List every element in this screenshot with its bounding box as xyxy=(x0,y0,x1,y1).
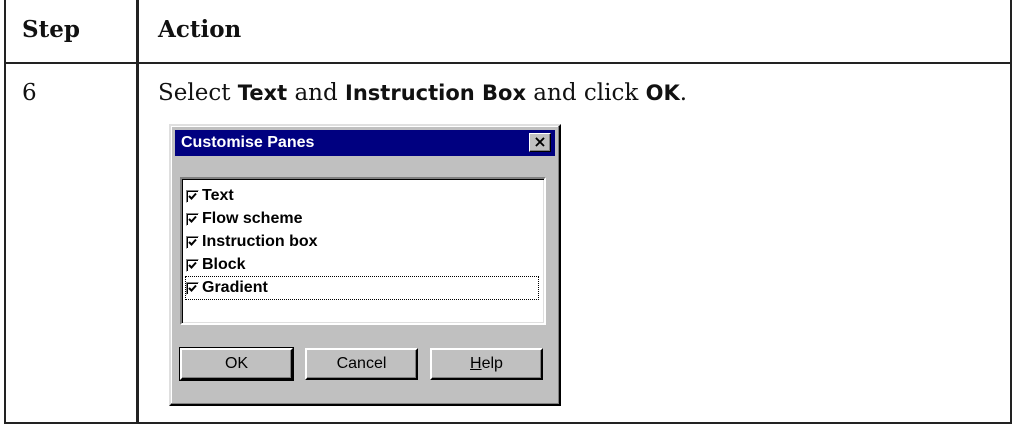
checkbox-checked-icon[interactable] xyxy=(186,235,199,249)
checkbox-checked-icon[interactable] xyxy=(186,281,199,295)
instruction-post: . xyxy=(679,80,688,106)
instruction-pre: Select xyxy=(158,80,238,106)
dialog-titlebar[interactable]: Customise Panes × xyxy=(175,130,555,156)
close-button[interactable]: × xyxy=(529,132,551,152)
list-item-block[interactable]: Block xyxy=(186,254,246,276)
item-label: Block xyxy=(202,256,246,273)
checkbox-checked-icon[interactable] xyxy=(186,189,199,203)
panes-listbox[interactable]: Text Flow scheme Instruction box Block G… xyxy=(180,177,546,325)
customise-panes-dialog: Customise Panes × Text Flow scheme Instr… xyxy=(169,124,561,406)
instruction-mid1: and xyxy=(287,80,346,106)
instruction-bold-instruction-box: Instruction Box xyxy=(345,81,526,105)
header-divider xyxy=(6,62,1010,64)
header-step: Step xyxy=(22,16,80,43)
list-item-text[interactable]: Text xyxy=(186,185,234,207)
step-number: 6 xyxy=(22,80,37,106)
column-divider xyxy=(136,0,139,422)
item-label: Text xyxy=(202,187,234,204)
instruction-bold-text: Text xyxy=(237,81,288,105)
ok-button[interactable]: OK xyxy=(179,347,294,381)
cancel-button[interactable]: Cancel xyxy=(305,348,418,380)
list-item-instruction-box[interactable]: Instruction box xyxy=(186,231,318,253)
dialog-title: Customise Panes xyxy=(181,134,315,151)
checkbox-checked-icon[interactable] xyxy=(186,212,199,226)
close-icon: × xyxy=(533,132,547,151)
help-button[interactable]: Help xyxy=(430,348,543,380)
list-item-gradient[interactable]: Gradient xyxy=(185,276,539,300)
instruction-bold-ok: OK xyxy=(645,81,680,105)
header-action: Action xyxy=(158,16,242,43)
item-label: Gradient xyxy=(202,279,268,296)
instruction-text: Select Text and Instruction Box and clic… xyxy=(158,80,687,106)
item-label: Flow scheme xyxy=(202,210,303,227)
instruction-mid2: and click xyxy=(526,80,646,106)
item-label: Instruction box xyxy=(202,233,318,250)
list-item-flow-scheme[interactable]: Flow scheme xyxy=(186,208,302,230)
checkbox-checked-icon[interactable] xyxy=(186,258,199,272)
